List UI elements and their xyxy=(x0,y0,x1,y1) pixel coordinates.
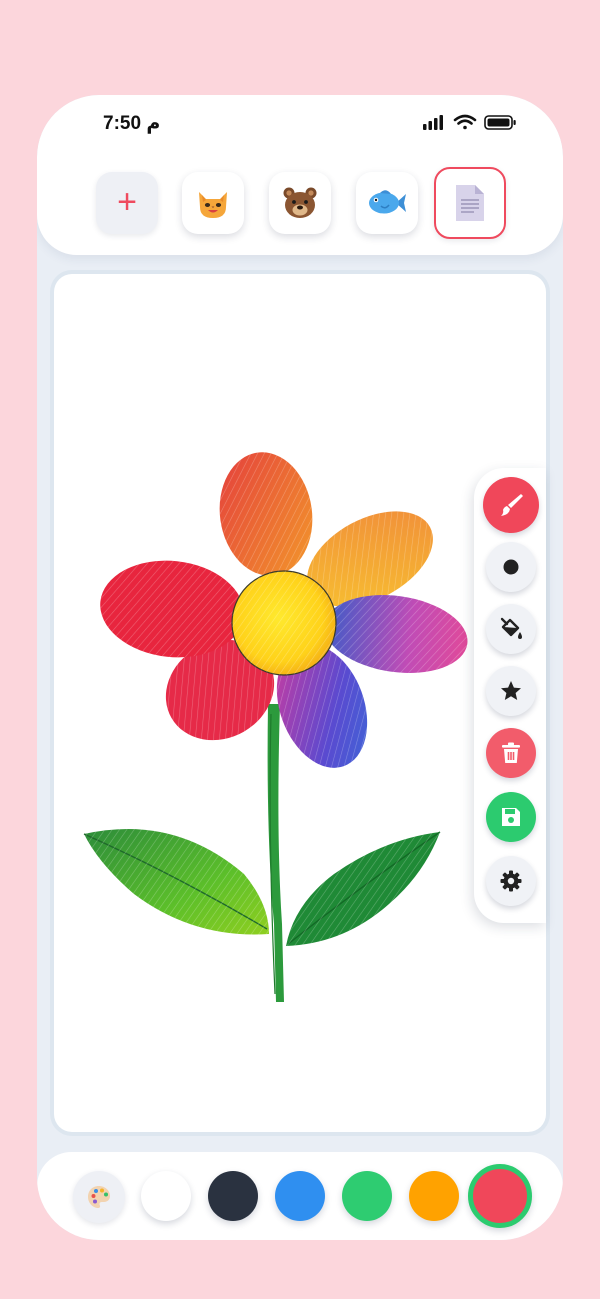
fish-icon xyxy=(369,190,406,214)
tool-rail xyxy=(474,468,546,923)
drawing-canvas[interactable] xyxy=(54,274,546,1132)
template-fish[interactable] xyxy=(356,172,418,234)
flower-drawing xyxy=(83,452,468,1002)
paintbrush-icon xyxy=(501,494,523,516)
page-icon xyxy=(456,185,484,221)
wifi-icon xyxy=(453,114,477,130)
template-cat[interactable] xyxy=(182,172,244,234)
status-icons xyxy=(423,114,516,130)
floppy-disk-icon xyxy=(502,808,520,826)
dot-icon xyxy=(503,559,519,575)
clear-canvas-button[interactable] xyxy=(486,728,536,778)
color-swatch-orange[interactable] xyxy=(409,1171,459,1221)
bear-face-icon xyxy=(283,187,317,218)
brush-size-button[interactable] xyxy=(486,542,536,592)
color-swatch-white[interactable] xyxy=(141,1171,191,1221)
color-swatch-blue[interactable] xyxy=(275,1171,325,1221)
color-swatch-black[interactable] xyxy=(208,1171,258,1221)
stamp-tool-button[interactable] xyxy=(486,666,536,716)
template-blank-page[interactable] xyxy=(434,167,506,239)
brush-tool-button[interactable] xyxy=(483,477,539,533)
phone-screen: 7:50 م + xyxy=(37,95,563,1240)
star-icon xyxy=(501,681,521,700)
plus-icon: + xyxy=(117,182,137,221)
palette-button[interactable] xyxy=(73,1171,125,1223)
add-template-button[interactable]: + xyxy=(96,172,158,234)
gear-icon xyxy=(500,870,522,892)
trash-icon xyxy=(502,742,520,763)
color-swatch-green[interactable] xyxy=(342,1171,392,1221)
status-time: 7:50 م xyxy=(103,113,161,134)
palette-icon xyxy=(88,1186,110,1208)
color-swatch-red[interactable] xyxy=(468,1164,532,1228)
fill-tool-button[interactable] xyxy=(486,604,536,654)
battery-icon xyxy=(484,115,516,130)
color-palette-bar xyxy=(37,1152,563,1240)
settings-button[interactable] xyxy=(486,856,536,906)
top-bar: 7:50 م + xyxy=(37,95,563,255)
save-button[interactable] xyxy=(486,792,536,842)
cat-face-icon xyxy=(199,192,227,218)
template-bear[interactable] xyxy=(269,172,331,234)
signal-icon xyxy=(423,115,443,130)
paint-bucket-icon xyxy=(500,617,522,639)
